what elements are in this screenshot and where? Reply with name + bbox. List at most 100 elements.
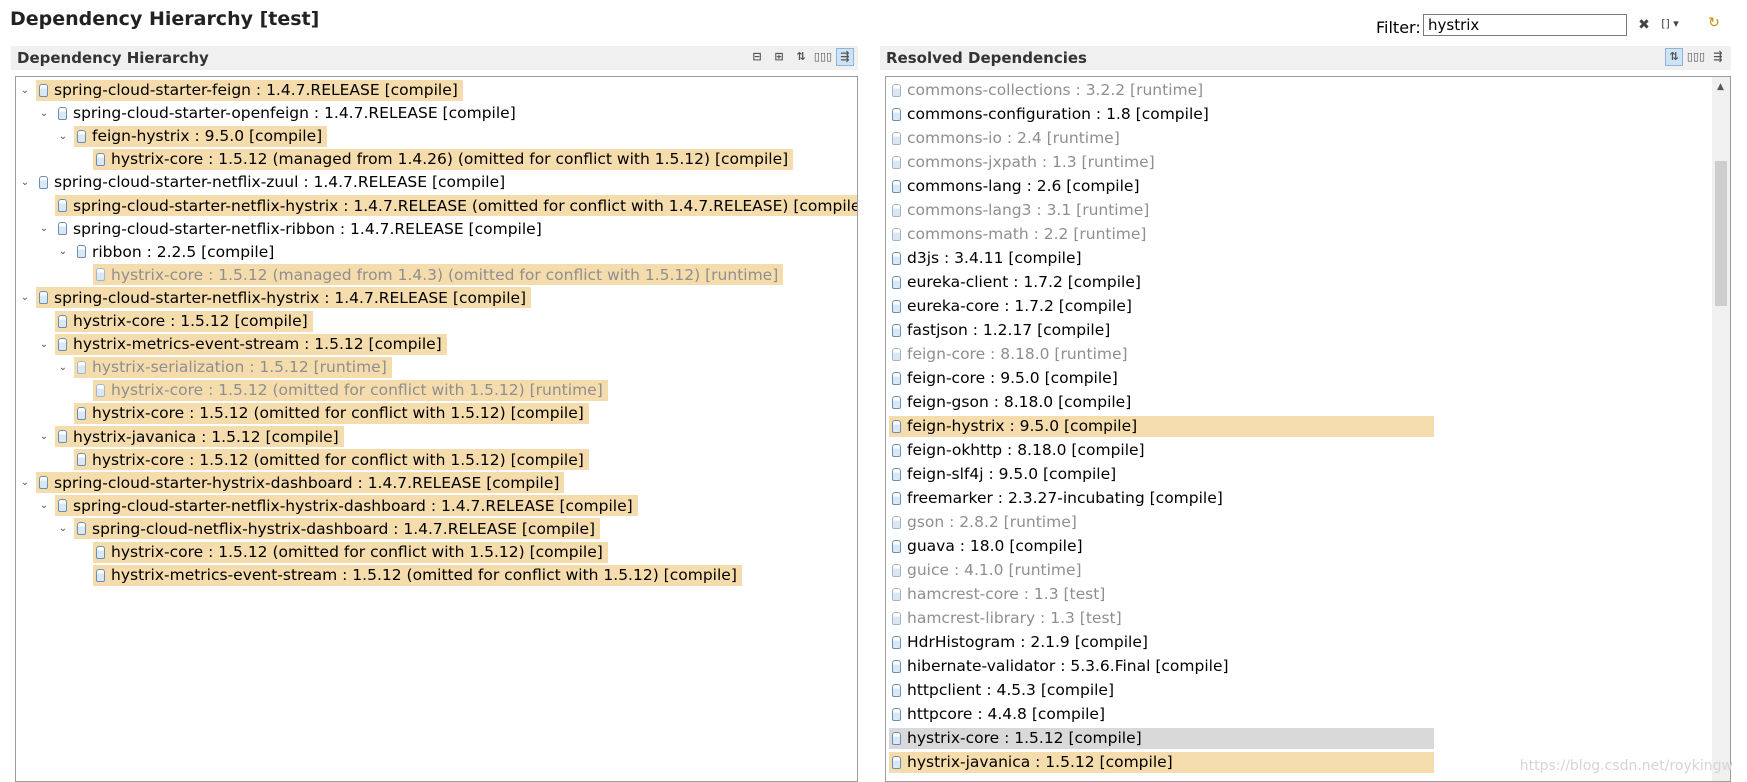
chevron-down-icon[interactable]: ⌄ <box>56 523 70 534</box>
tree-item[interactable]: spring-cloud-starter-netflix-zuul : 1.4.… <box>36 172 510 193</box>
sort-icon[interactable]: ⇅ <box>1665 48 1683 66</box>
collapse-all-icon[interactable]: ⊟ <box>748 48 766 66</box>
resolved-dependency[interactable]: hystrix-javanica : 1.5.12 [compile] <box>889 751 1434 773</box>
resolved-dependency[interactable]: feign-slf4j : 9.5.0 [compile] <box>889 464 1434 485</box>
tree-item[interactable]: spring-cloud-starter-hystrix-dashboard :… <box>36 472 565 494</box>
resolved-dependency[interactable]: guava : 18.0 [compile] <box>889 536 1434 557</box>
list-item[interactable]: guava : 18.0 [compile] <box>889 535 1434 557</box>
tree-row[interactable]: ⌄ spring-cloud-netflix-hystrix-dashboard … <box>56 518 601 540</box>
dependency-hierarchy-tree[interactable]: ⌄ spring-cloud-starter-feign : 1.4.7.RELE… <box>15 76 858 782</box>
list-item[interactable]: hamcrest-core : 1.3 [test] <box>889 583 1434 605</box>
list-item[interactable]: commons-lang3 : 3.1 [runtime] <box>889 199 1434 221</box>
resolved-dependency[interactable]: HdrHistogram : 2.1.9 [compile] <box>889 632 1434 653</box>
resolved-dependency[interactable]: feign-core : 9.5.0 [compile] <box>889 368 1434 389</box>
chevron-down-icon[interactable]: ⌄ <box>18 292 32 303</box>
filter-input[interactable] <box>1423 14 1627 36</box>
tree-row[interactable]: hystrix-core : 1.5.12 (omitted for confl… <box>56 402 589 424</box>
chevron-down-icon[interactable]: ⌄ <box>37 339 51 350</box>
filter-options-icon[interactable]: [] ▾ <box>1660 13 1680 33</box>
tree-item[interactable]: hystrix-core : 1.5.12 (omitted for confl… <box>93 541 608 563</box>
clear-filter-icon[interactable]: ✖ <box>1634 15 1654 35</box>
chevron-down-icon[interactable]: ⌄ <box>18 477 32 488</box>
tree-row[interactable]: hystrix-metrics-event-stream : 1.5.12 (o… <box>75 564 742 586</box>
chevron-down-icon[interactable]: ⌄ <box>18 85 32 96</box>
chevron-down-icon[interactable]: ⌄ <box>18 177 32 188</box>
list-item[interactable]: commons-math : 2.2 [runtime] <box>889 223 1434 245</box>
resolved-dependency[interactable]: commons-lang3 : 3.1 [runtime] <box>889 200 1434 221</box>
tree-item[interactable]: hystrix-metrics-event-stream : 1.5.12 (o… <box>93 564 742 586</box>
show-group-id-icon[interactable]: ▯▯▯ <box>814 48 832 66</box>
tree-row[interactable]: ⌄ hystrix-javanica : 1.5.12 [compile] <box>37 426 344 448</box>
resolved-dependency[interactable]: hamcrest-core : 1.3 [test] <box>889 584 1434 605</box>
list-item[interactable]: feign-core : 9.5.0 [compile] <box>889 367 1434 389</box>
tree-item[interactable]: spring-cloud-starter-netflix-hystrix : 1… <box>36 287 532 309</box>
resolved-dependency[interactable]: httpclient : 4.5.3 [compile] <box>889 680 1434 701</box>
resolved-dependency[interactable]: eureka-client : 1.7.2 [compile] <box>889 272 1434 293</box>
tree-item[interactable]: hystrix-core : 1.5.12 [compile] <box>55 310 313 332</box>
chevron-down-icon[interactable]: ⌄ <box>37 500 51 511</box>
resolved-dependency[interactable]: gson : 2.8.2 [runtime] <box>889 512 1434 533</box>
list-item[interactable]: hystrix-core : 1.5.12 [compile] <box>889 727 1434 749</box>
tree-row[interactable]: ⌄ spring-cloud-starter-hystrix-dashboard … <box>18 472 565 494</box>
filter-toggle-icon[interactable]: ⇶ <box>836 48 854 66</box>
tree-item[interactable]: spring-cloud-starter-netflix-ribbon : 1.… <box>55 218 547 239</box>
list-item[interactable]: fastjson : 1.2.17 [compile] <box>889 319 1434 341</box>
tree-item[interactable]: hystrix-metrics-event-stream : 1.5.12 [c… <box>55 333 447 355</box>
tree-row[interactable]: ⌄ spring-cloud-starter-netflix-ribbon : 1… <box>37 218 547 240</box>
tree-item[interactable]: spring-cloud-starter-netflix-hystrix : 1… <box>55 195 857 216</box>
tree-item[interactable]: hystrix-javanica : 1.5.12 [compile] <box>55 426 344 447</box>
refresh-icon[interactable]: ↻ <box>1704 13 1724 33</box>
resolved-dependency[interactable]: hibernate-validator : 5.3.6.Final [compi… <box>889 656 1434 677</box>
tree-row[interactable]: hystrix-core : 1.5.12 (omitted for confl… <box>56 449 589 471</box>
resolved-dependency[interactable]: feign-core : 8.18.0 [runtime] <box>889 344 1434 365</box>
tree-item[interactable]: hystrix-core : 1.5.12 (omitted for confl… <box>74 402 589 424</box>
tree-row[interactable]: ⌄ hystrix-serialization : 1.5.12 [runtime… <box>56 356 392 378</box>
tree-row[interactable]: hystrix-core : 1.5.12 (omitted for confl… <box>75 541 608 563</box>
resolved-dependency[interactable]: commons-configuration : 1.8 [compile] <box>889 104 1434 125</box>
tree-row[interactable]: ⌄ spring-cloud-starter-netflix-zuul : 1.4… <box>18 171 510 193</box>
tree-row[interactable]: ⌄ spring-cloud-starter-feign : 1.4.7.RELE… <box>18 79 463 101</box>
tree-item[interactable]: hystrix-core : 1.5.12 (omitted for confl… <box>93 379 608 401</box>
resolved-dependency[interactable]: guice : 4.1.0 [runtime] <box>889 560 1434 581</box>
resolved-dependency[interactable]: commons-math : 2.2 [runtime] <box>889 224 1434 245</box>
resolved-dependency[interactable]: feign-hystrix : 9.5.0 [compile] <box>889 415 1434 437</box>
resolved-dependency[interactable]: commons-jxpath : 1.3 [runtime] <box>889 152 1434 173</box>
list-item[interactable]: hystrix-javanica : 1.5.12 [compile] <box>889 751 1434 773</box>
list-item[interactable]: feign-slf4j : 9.5.0 [compile] <box>889 463 1434 485</box>
tree-item[interactable]: hystrix-core : 1.5.12 (managed from 1.4.… <box>93 264 784 286</box>
tree-row[interactable]: ⌄ spring-cloud-starter-netflix-hystrix : … <box>18 287 532 309</box>
list-item[interactable]: feign-core : 8.18.0 [runtime] <box>889 343 1434 365</box>
list-item[interactable]: hamcrest-library : 1.3 [test] <box>889 607 1434 629</box>
list-item[interactable]: d3js : 3.4.11 [compile] <box>889 247 1434 269</box>
resolved-dependency[interactable]: hamcrest-library : 1.3 [test] <box>889 608 1434 629</box>
tree-row[interactable]: hystrix-core : 1.5.12 [compile] <box>37 310 313 332</box>
vertical-scrollbar[interactable]: ▲ <box>1712 77 1730 781</box>
tree-item[interactable]: spring-cloud-starter-feign : 1.4.7.RELEA… <box>36 79 463 101</box>
chevron-down-icon[interactable]: ⌄ <box>37 223 51 234</box>
list-item[interactable]: httpclient : 4.5.3 [compile] <box>889 679 1434 701</box>
tree-item[interactable]: hystrix-core : 1.5.12 (managed from 1.4.… <box>93 148 794 170</box>
show-group-id-icon[interactable]: ▯▯▯ <box>1687 48 1705 66</box>
tree-item[interactable]: hystrix-serialization : 1.5.12 [runtime] <box>74 356 392 378</box>
list-item[interactable]: feign-gson : 8.18.0 [compile] <box>889 391 1434 413</box>
tree-row[interactable]: hystrix-core : 1.5.12 (omitted for confl… <box>75 379 608 401</box>
list-item[interactable]: feign-hystrix : 9.5.0 [compile] <box>889 415 1434 437</box>
list-item[interactable]: HdrHistogram : 2.1.9 [compile] <box>889 631 1434 653</box>
tree-item[interactable]: spring-cloud-netflix-hystrix-dashboard :… <box>74 518 601 540</box>
list-item[interactable]: commons-configuration : 1.8 [compile] <box>889 103 1434 125</box>
list-item[interactable]: commons-io : 2.4 [runtime] <box>889 127 1434 149</box>
expand-all-icon[interactable]: ⊞ <box>770 48 788 66</box>
tree-row[interactable]: spring-cloud-starter-netflix-hystrix : 1… <box>37 195 857 217</box>
tree-item[interactable]: spring-cloud-starter-netflix-hystrix-das… <box>55 495 638 517</box>
tree-item[interactable]: ribbon : 2.2.5 [compile] <box>74 241 279 262</box>
resolved-dependency[interactable]: feign-gson : 8.18.0 [compile] <box>889 392 1434 413</box>
resolved-dependency[interactable]: hystrix-core : 1.5.12 [compile] <box>889 727 1434 749</box>
resolved-dependency[interactable]: commons-collections : 3.2.2 [runtime] <box>889 80 1434 101</box>
resolved-dependency[interactable]: httpcore : 4.4.8 [compile] <box>889 704 1434 725</box>
tree-item[interactable]: spring-cloud-starter-openfeign : 1.4.7.R… <box>55 103 521 124</box>
list-item[interactable]: commons-lang : 2.6 [compile] <box>889 175 1434 197</box>
chevron-down-icon[interactable]: ⌄ <box>56 362 70 373</box>
resolved-dependency[interactable]: commons-lang : 2.6 [compile] <box>889 176 1434 197</box>
list-item[interactable]: guice : 4.1.0 [runtime] <box>889 559 1434 581</box>
resolved-dependencies-list[interactable]: ▲ commons-collections : 3.2.2 [runtime] c… <box>885 76 1731 782</box>
